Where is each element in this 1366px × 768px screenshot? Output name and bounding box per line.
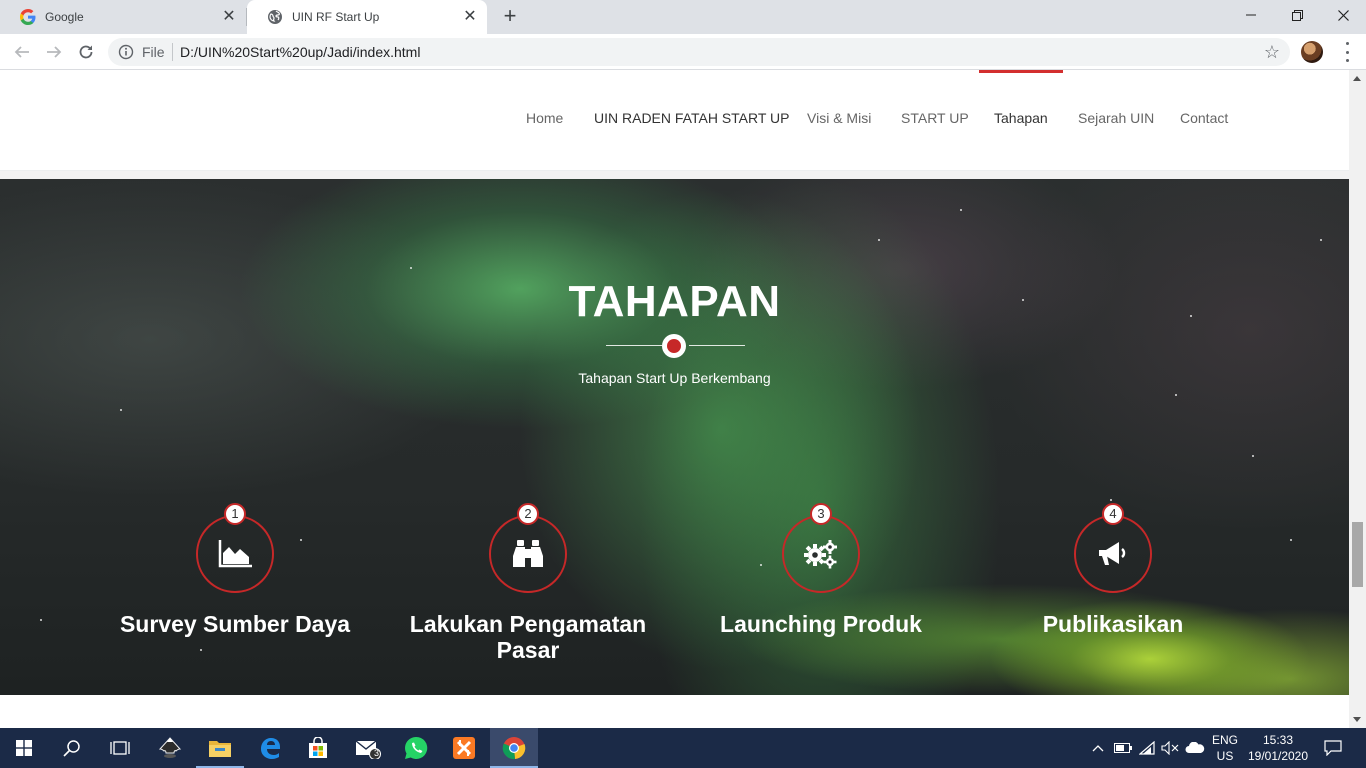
tab-title: UIN RF Start Up — [292, 10, 380, 24]
tab-google[interactable]: Google ✕ — [0, 0, 246, 34]
mail-count-badge: 3 — [374, 748, 380, 758]
scroll-up-arrow-icon[interactable] — [1353, 76, 1361, 81]
search-icon[interactable] — [48, 728, 96, 768]
step-label: Survey Sumber Daya — [119, 611, 351, 637]
google-favicon-icon — [20, 9, 36, 25]
address-divider — [172, 43, 173, 61]
title-divider-dot — [662, 334, 686, 358]
taskbar-clock[interactable]: 15:33 19/01/2020 — [1244, 732, 1312, 764]
tray-chevron-up-icon[interactable] — [1090, 728, 1106, 768]
scrollbar-thumb[interactable] — [1352, 522, 1363, 587]
nav-visi-misi[interactable]: Visi & Misi — [807, 110, 871, 126]
step-label: Lakukan Pengamatan Pasar — [409, 611, 647, 663]
task-view-icon[interactable] — [96, 728, 144, 768]
browser-toolbar: File D:/UIN%20Start%20up/Jadi/index.html… — [0, 34, 1366, 70]
keyboard-region: US — [1216, 749, 1234, 763]
page-viewport: Home UIN RADEN FATAH START UP Visi & Mis… — [0, 70, 1349, 728]
page-scrollbar[interactable] — [1349, 70, 1366, 728]
title-divider-left — [606, 345, 662, 346]
file-explorer-icon[interactable] — [196, 728, 244, 768]
binoculars-icon — [508, 534, 548, 574]
onedrive-cloud-icon[interactable] — [1184, 728, 1206, 768]
input-language-indicator[interactable]: ENG US — [1206, 732, 1244, 764]
close-tab-icon[interactable]: ✕ — [463, 9, 477, 25]
xampp-icon[interactable] — [440, 728, 488, 768]
step-number-badge: 1 — [224, 503, 246, 525]
back-arrow-icon[interactable] — [10, 40, 34, 64]
chrome-browser-icon[interactable] — [490, 728, 538, 768]
edge-browser-icon[interactable] — [246, 728, 294, 768]
clock-date: 19/01/2020 — [1247, 749, 1309, 763]
windows-taskbar: 3 ENG US 15:33 19/01/2020 — [0, 728, 1366, 768]
step-number-badge: 3 — [810, 503, 832, 525]
site-navbar: Home UIN RADEN FATAH START UP Visi & Mis… — [0, 70, 1349, 171]
microsoft-store-icon[interactable] — [294, 728, 342, 768]
browser-tab-strip: Google ✕ UIN RF Start Up ✕ + — [0, 0, 1366, 34]
step-number-badge: 4 — [1102, 503, 1124, 525]
nav-tahapan[interactable]: Tahapan — [994, 110, 1048, 126]
battery-icon[interactable] — [1114, 728, 1132, 768]
title-divider-right — [689, 345, 745, 346]
profile-avatar[interactable] — [1301, 41, 1323, 63]
nav-uin-raden-fatah-start-up[interactable]: UIN RADEN FATAH START UP — [594, 110, 790, 126]
nav-active-indicator — [979, 70, 1063, 73]
address-scheme-label: File — [142, 44, 165, 60]
wifi-icon[interactable] — [1138, 728, 1156, 768]
step-label: Publikasikan — [1042, 611, 1184, 637]
tab-uin-rf-start-up[interactable]: UIN RF Start Up ✕ — [247, 0, 487, 34]
close-window-icon[interactable] — [1320, 0, 1366, 30]
mail-icon[interactable]: 3 — [344, 728, 392, 768]
inkscape-app-icon[interactable] — [146, 728, 194, 768]
close-tab-icon[interactable]: ✕ — [222, 9, 236, 25]
whatsapp-icon[interactable] — [392, 728, 440, 768]
tab-title: Google — [45, 10, 84, 24]
address-bar[interactable]: File D:/UIN%20Start%20up/Jadi/index.html… — [108, 38, 1290, 66]
area-chart-icon — [215, 534, 255, 574]
clock-time: 15:33 — [1262, 733, 1294, 747]
nav-contact[interactable]: Contact — [1180, 110, 1228, 126]
address-url-text[interactable]: D:/UIN%20Start%20up/Jadi/index.html — [180, 44, 420, 60]
action-center-notification-icon[interactable] — [1320, 728, 1346, 768]
gears-icon — [801, 534, 841, 574]
info-circle-icon[interactable] — [118, 44, 134, 60]
scroll-down-arrow-icon[interactable] — [1353, 717, 1361, 722]
browser-menu-icon[interactable] — [1339, 42, 1355, 62]
nav-sejarah-uin[interactable]: Sejarah UIN — [1078, 110, 1154, 126]
megaphone-icon — [1093, 534, 1133, 574]
reload-icon[interactable] — [74, 40, 98, 64]
restore-window-icon[interactable] — [1274, 0, 1320, 30]
language-code: ENG — [1211, 733, 1238, 747]
section-divider — [0, 171, 1349, 179]
nav-start-up[interactable]: START UP — [901, 110, 969, 126]
nav-home[interactable]: Home — [526, 110, 563, 126]
forward-arrow-icon[interactable] — [42, 40, 66, 64]
section-title: TAHAPAN — [568, 277, 781, 326]
section-subtitle: Tahapan Start Up Berkembang — [578, 370, 771, 386]
minimize-window-icon[interactable] — [1228, 0, 1274, 30]
tahapan-section: TAHAPAN Tahapan Start Up Berkembang 1 Su… — [0, 179, 1349, 695]
step-label: Launching Produk — [720, 611, 922, 637]
globe-icon — [267, 9, 283, 25]
windows-start-icon[interactable] — [0, 728, 48, 768]
new-tab-plus-icon[interactable]: + — [500, 5, 520, 27]
bookmark-star-icon[interactable]: ☆ — [1264, 42, 1280, 63]
step-number-badge: 2 — [517, 503, 539, 525]
volume-muted-icon[interactable] — [1160, 728, 1180, 768]
